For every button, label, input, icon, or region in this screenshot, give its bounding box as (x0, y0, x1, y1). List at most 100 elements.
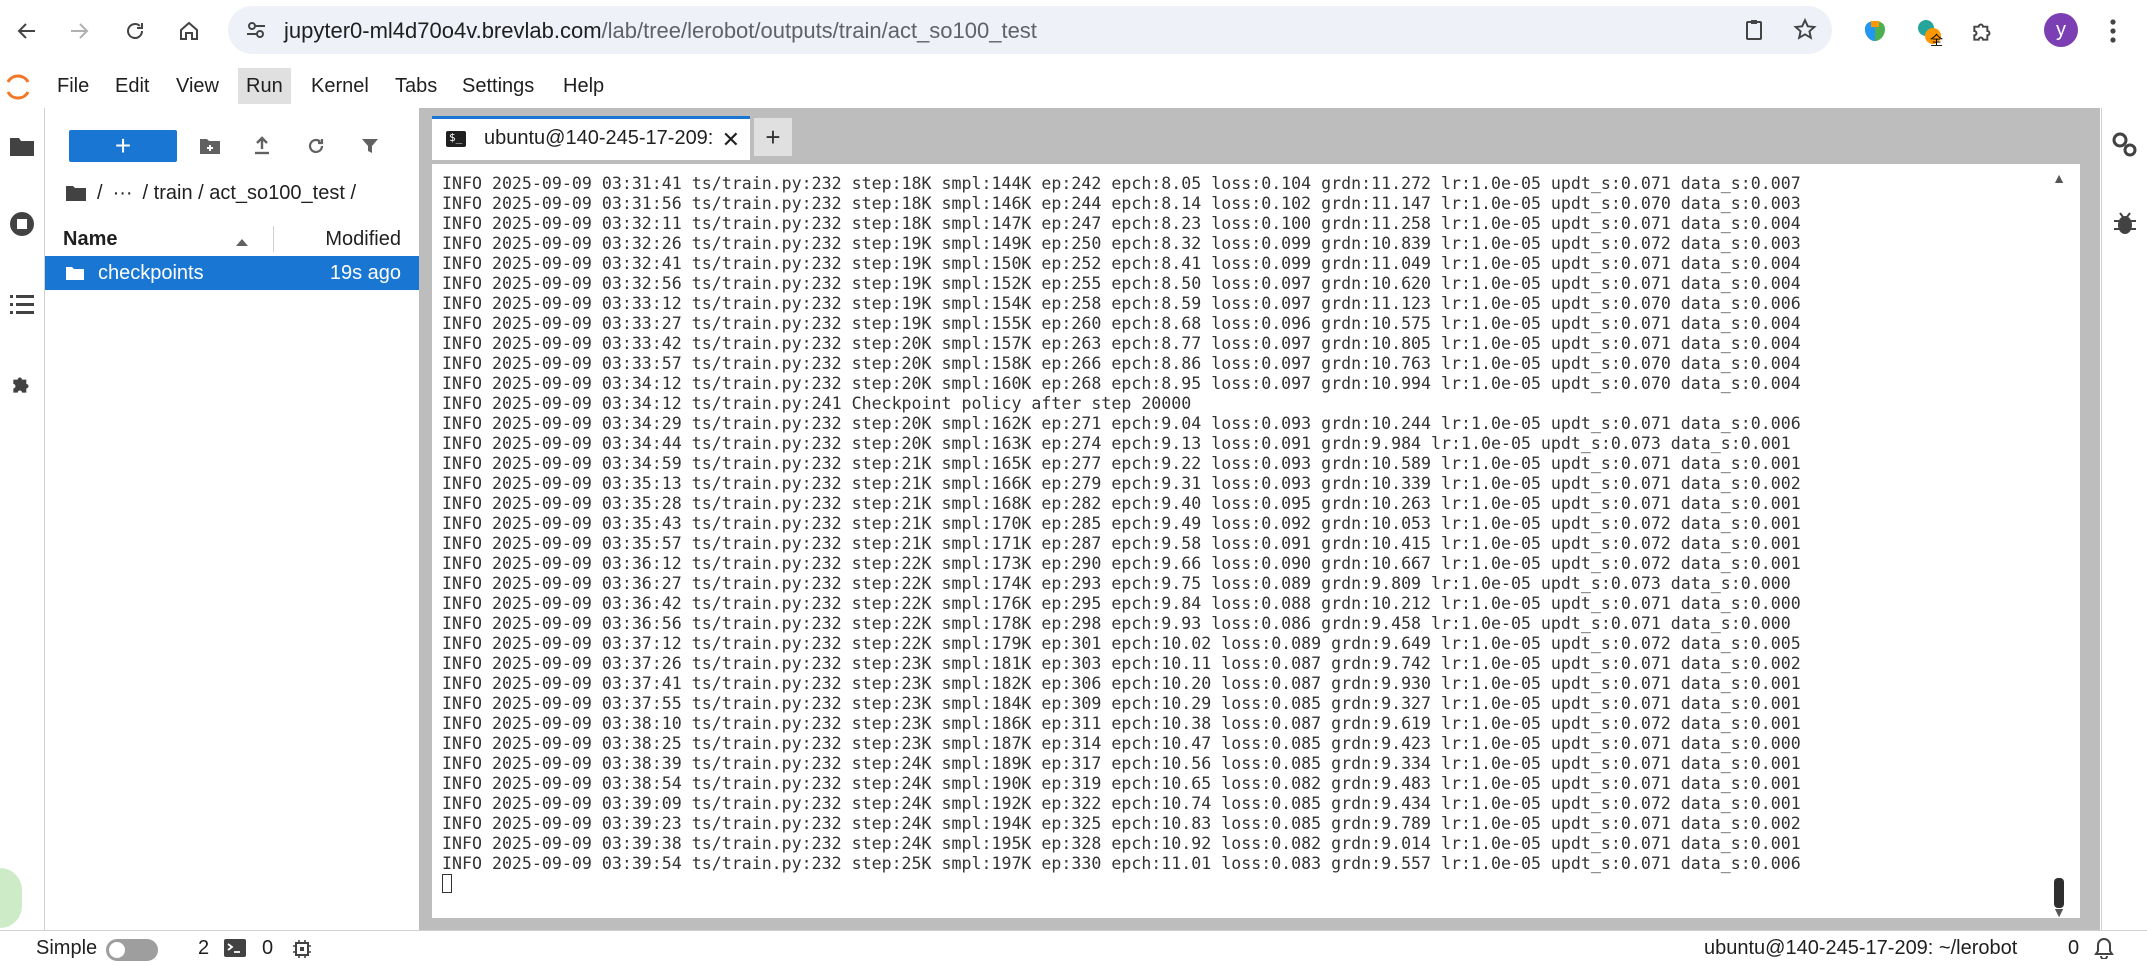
simple-mode-label: Simple (36, 937, 98, 959)
column-divider[interactable] (273, 226, 274, 252)
upload-icon (255, 136, 269, 155)
bell-icon[interactable] (2094, 937, 2114, 965)
folder-icon[interactable] (65, 184, 87, 202)
table-of-contents-tab[interactable] (4, 286, 40, 322)
extension-badge: 全 (1930, 33, 1944, 48)
file-list-header: Name Modified (45, 222, 419, 257)
toggle-knob (109, 942, 125, 958)
menu-edit[interactable]: Edit (107, 68, 157, 104)
arrow-right-icon (71, 23, 89, 39)
address-bar[interactable]: jupyter0-ml4d70o4v.brevlab.com/lab/tree/… (228, 6, 1832, 54)
terminal-line: INFO 2025-09-09 03:34:44 ts/train.py:232… (442, 434, 1791, 453)
kernel-chip-icon[interactable] (292, 939, 312, 965)
terminal-tab[interactable]: $_ ubuntu@140-245-17-209: ✕ (432, 116, 750, 160)
terminal-line: INFO 2025-09-09 03:34:12 ts/train.py:241… (442, 394, 1192, 413)
back-button[interactable] (8, 12, 46, 50)
filter-icon (362, 139, 378, 153)
menu-settings[interactable]: Settings (454, 68, 542, 104)
menu-help[interactable]: Help (555, 68, 612, 104)
file-browser-tab[interactable] (4, 128, 40, 164)
terminal-line: INFO 2025-09-09 03:31:41 ts/train.py:232… (442, 174, 1801, 193)
running-sessions-tab[interactable] (4, 206, 40, 242)
new-tab-button[interactable]: + (754, 118, 792, 156)
terminal-line: INFO 2025-09-09 03:36:42 ts/train.py:232… (442, 594, 1801, 613)
extension-translate-icon[interactable]: 全 (1910, 12, 1948, 50)
terminal-icon-glyph: $_ (449, 131, 463, 144)
profile-avatar[interactable]: y (2044, 13, 2078, 47)
new-folder-button[interactable] (193, 130, 227, 162)
terminal-line: INFO 2025-09-09 03:33:12 ts/train.py:232… (442, 294, 1801, 313)
menu-view[interactable]: View (168, 68, 227, 104)
refresh-button[interactable] (299, 130, 333, 162)
simple-mode-toggle[interactable] (106, 939, 158, 961)
terminal-line: INFO 2025-09-09 03:35:28 ts/train.py:232… (442, 494, 1801, 513)
puzzle-icon (13, 377, 29, 393)
browser-toolbar: jupyter0-ml4d70o4v.brevlab.com/lab/tree/… (0, 0, 2147, 62)
gears-icon (2112, 132, 2137, 157)
scrollbar-thumb[interactable] (2054, 878, 2064, 908)
terminal-line: INFO 2025-09-09 03:36:27 ts/train.py:232… (442, 574, 1791, 593)
terminal-line: INFO 2025-09-09 03:33:57 ts/train.py:232… (442, 354, 1801, 373)
extension-gemini-icon[interactable] (1856, 12, 1894, 50)
terminal-line: INFO 2025-09-09 03:32:11 ts/train.py:232… (442, 214, 1801, 233)
column-modified[interactable]: Modified (325, 228, 401, 251)
column-name[interactable]: Name (63, 228, 117, 251)
menu-run[interactable]: Run (238, 68, 291, 104)
folder-icon (65, 264, 85, 287)
terminal-line: INFO 2025-09-09 03:38:39 ts/train.py:232… (442, 754, 1801, 773)
filter-button[interactable] (353, 130, 387, 162)
reload-button[interactable] (116, 12, 154, 50)
breadcrumb-root[interactable]: / (97, 182, 103, 205)
extensions-puzzle-button[interactable] (1964, 12, 2002, 50)
browser-menu-button[interactable] (2094, 12, 2132, 50)
terminal-line: INFO 2025-09-09 03:38:25 ts/train.py:232… (442, 734, 1801, 753)
file-list-item[interactable]: checkpoints 19s ago (45, 256, 419, 290)
breadcrumb-ellipsis[interactable]: ··· (113, 182, 133, 205)
terminal-line: INFO 2025-09-09 03:34:12 ts/train.py:232… (442, 374, 1801, 393)
upload-button[interactable] (245, 130, 279, 162)
bookmark-star-icon[interactable] (1792, 17, 1818, 48)
property-inspector-tab[interactable] (2108, 128, 2142, 162)
menu-file[interactable]: File (49, 68, 97, 104)
new-folder-icon (200, 139, 220, 154)
home-button[interactable] (170, 12, 208, 50)
reload-icon (127, 23, 143, 39)
folder-icon (10, 138, 34, 156)
main-dock-area: $_ ubuntu@140-245-17-209: ✕ + INFO 2025-… (420, 108, 2100, 930)
breadcrumb-path[interactable]: / train / act_so100_test / (143, 182, 356, 205)
terminal-prompt-line[interactable] (442, 874, 1801, 894)
kebab-menu-icon (2110, 19, 2116, 43)
terminal-view[interactable]: INFO 2025-09-09 03:31:41 ts/train.py:232… (432, 164, 2080, 918)
new-launcher-button[interactable]: + (69, 130, 177, 162)
file-name: checkpoints (98, 262, 204, 284)
terminal-line: INFO 2025-09-09 03:39:38 ts/train.py:232… (442, 834, 1801, 853)
url-host: jupyter0-ml4d70o4v.brevlab.com (284, 18, 602, 43)
terminal-icon[interactable] (224, 939, 246, 963)
terminal-line: INFO 2025-09-09 03:35:13 ts/train.py:232… (442, 474, 1801, 493)
close-icon[interactable]: ✕ (722, 127, 740, 153)
forward-button[interactable] (60, 12, 98, 50)
extension-manager-tab[interactable] (4, 366, 40, 402)
terminal-line: INFO 2025-09-09 03:37:55 ts/train.py:232… (442, 694, 1801, 713)
url-text: jupyter0-ml4d70o4v.brevlab.com/lab/tree/… (284, 18, 1037, 44)
terminal-line: INFO 2025-09-09 03:33:42 ts/train.py:232… (442, 334, 1801, 353)
menu-tabs[interactable]: Tabs (387, 68, 445, 104)
scroll-up-icon[interactable]: ▲ (2052, 170, 2066, 186)
terminal-line: INFO 2025-09-09 03:38:10 ts/train.py:232… (442, 714, 1801, 733)
terminal-line: INFO 2025-09-09 03:39:09 ts/train.py:232… (442, 794, 1801, 813)
right-sidebar (2101, 108, 2147, 930)
jupyter-menubar: File Edit View Run Kernel Tabs Settings … (0, 68, 2147, 106)
site-info-icon[interactable] (244, 18, 268, 47)
clipboard-icon[interactable] (1742, 18, 1766, 47)
terminal-line: INFO 2025-09-09 03:39:54 ts/train.py:232… (442, 854, 1801, 873)
terminal-line: INFO 2025-09-09 03:34:29 ts/train.py:232… (442, 414, 1801, 433)
menu-kernel[interactable]: Kernel (303, 68, 377, 104)
terminal-line: INFO 2025-09-09 03:31:56 ts/train.py:232… (442, 194, 1801, 213)
sort-caret-icon[interactable] (235, 230, 249, 253)
debugger-tab[interactable] (2108, 206, 2142, 240)
breadcrumb: / ··· / train / act_so100_test / (65, 178, 356, 208)
terminal-count: 2 (198, 937, 210, 959)
terminal-line: INFO 2025-09-09 03:35:43 ts/train.py:232… (442, 514, 1801, 533)
terminal-line: INFO 2025-09-09 03:36:12 ts/train.py:232… (442, 554, 1801, 573)
terminal-line: INFO 2025-09-09 03:37:26 ts/train.py:232… (442, 654, 1801, 673)
